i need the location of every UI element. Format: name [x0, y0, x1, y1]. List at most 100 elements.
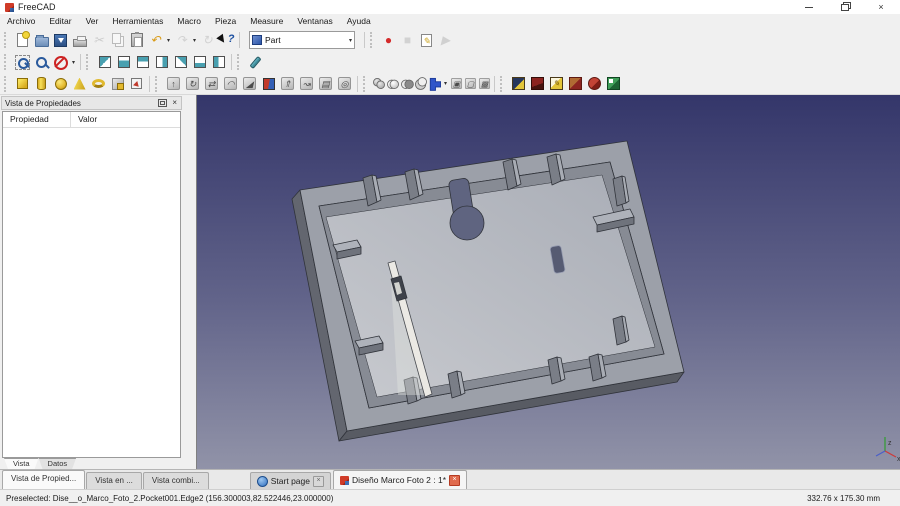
edit-redo-dropdown-icon[interactable]: ▾: [191, 37, 198, 44]
view-front-button[interactable]: [114, 53, 133, 72]
macro-stop-icon: ■: [404, 33, 411, 47]
part-boolean-dropdown-icon[interactable]: ▾: [442, 80, 449, 87]
view-top-button[interactable]: [133, 53, 152, 72]
view-fit-all-button[interactable]: [13, 53, 32, 72]
part-fillet-button[interactable]: ◠: [221, 74, 240, 93]
measure-refresh-button[interactable]: [547, 74, 566, 93]
macro-record-button[interactable]: ●: [379, 31, 398, 50]
edit-undo-button[interactable]: ↶: [146, 31, 165, 50]
measure-angular-button[interactable]: [528, 74, 547, 93]
part-join-cutout-button[interactable]: ▩: [477, 74, 491, 93]
toolbar-grip[interactable]: [363, 76, 368, 92]
view-bottom-button[interactable]: [190, 53, 209, 72]
edit-undo-dropdown-icon[interactable]: ▾: [165, 37, 172, 44]
file-print-icon: [73, 39, 87, 47]
dock-tab-vista-en[interactable]: Vista en ...: [86, 472, 142, 489]
macro-edit-button[interactable]: [417, 31, 436, 50]
close-panel-icon[interactable]: ×: [172, 99, 177, 107]
part-common-button[interactable]: [400, 74, 414, 93]
tab-datos[interactable]: Datos: [39, 458, 77, 469]
part-torus-button[interactable]: [89, 74, 108, 93]
part-loft-button[interactable]: ▤: [316, 74, 335, 93]
file-open-button[interactable]: [32, 31, 51, 50]
tab-close-icon[interactable]: ×: [449, 475, 460, 486]
part-join-embed-icon: ▢: [464, 78, 475, 89]
measure-clear-all-button[interactable]: [566, 74, 585, 93]
view-left-button[interactable]: [209, 53, 228, 72]
menu-item-ayuda[interactable]: Ayuda: [340, 14, 378, 29]
toolbar-view: ▾: [0, 51, 900, 73]
toolbar-grip[interactable]: [4, 76, 9, 92]
part-join-connect-button[interactable]: ▣: [449, 74, 463, 93]
part-mirror-button[interactable]: ⇄: [202, 74, 221, 93]
part-cone-button[interactable]: [70, 74, 89, 93]
view-axonometric-button[interactable]: [95, 53, 114, 72]
column-header-propiedad[interactable]: Propiedad: [3, 112, 71, 127]
status-dimensions: 332.76 x 175.30 mm: [807, 494, 880, 503]
measure-toggle-delta-button[interactable]: [604, 74, 623, 93]
part-thickness-button[interactable]: ◎: [335, 74, 354, 93]
document-tab-start-page[interactable]: Start page×: [250, 472, 331, 489]
toolbar-grip[interactable]: [4, 54, 9, 70]
menu-bar: ArchivoEditarVerHerramientasMacroPiezaMe…: [0, 14, 900, 29]
menu-item-pieza[interactable]: Pieza: [208, 14, 243, 29]
toolbar-grip[interactable]: [237, 54, 242, 70]
part-boolean-button[interactable]: [428, 74, 442, 93]
3d-viewport[interactable]: z x: [196, 95, 900, 469]
part-offset-button[interactable]: ⇑: [278, 74, 297, 93]
close-icon[interactable]: ×: [874, 2, 888, 12]
toolbar-grip[interactable]: [4, 32, 9, 48]
workbench-selector[interactable]: Part ▾: [249, 31, 355, 49]
part-shape-builder-button[interactable]: [127, 74, 146, 93]
toolbar-grip[interactable]: [86, 54, 91, 70]
menu-item-editar[interactable]: Editar: [42, 14, 78, 29]
part-revolve-button[interactable]: ↻: [183, 74, 202, 93]
status-bar: Preselected: Dise__o_Marco_Foto_2.Pocket…: [0, 489, 900, 506]
part-cut-button[interactable]: [414, 74, 428, 93]
measure-distance-button[interactable]: [246, 53, 265, 72]
view-draw-style-dropdown-icon[interactable]: ▾: [70, 59, 77, 66]
dock-tab-vista-de-propied[interactable]: Vista de Propied...: [2, 470, 85, 489]
tab-vista[interactable]: Vista: [4, 458, 39, 469]
3d-view-canvas[interactable]: z x: [197, 95, 900, 469]
menu-item-ventanas[interactable]: Ventanas: [290, 14, 339, 29]
part-chamfer-button[interactable]: ◢: [240, 74, 259, 93]
measure-toggle-all-button[interactable]: [585, 74, 604, 93]
help-whats-this-button[interactable]: [217, 31, 236, 50]
view-draw-style-button[interactable]: [51, 53, 70, 72]
menu-item-herramientas[interactable]: Herramientas: [105, 14, 170, 29]
toolbar-grip[interactable]: [370, 32, 375, 48]
view-fit-selection-button[interactable]: [32, 53, 51, 72]
measure-linear-button[interactable]: [509, 74, 528, 93]
float-panel-icon[interactable]: [158, 99, 167, 107]
minimize-icon[interactable]: [802, 2, 816, 12]
column-header-valor[interactable]: Valor: [71, 112, 180, 127]
part-compound-button[interactable]: [372, 74, 386, 93]
part-extrude-button[interactable]: ↑: [164, 74, 183, 93]
view-right-button[interactable]: [152, 53, 171, 72]
part-join-embed-button[interactable]: ▢: [463, 74, 477, 93]
file-new-button[interactable]: [13, 31, 32, 50]
menu-item-ver[interactable]: Ver: [79, 14, 106, 29]
view-rear-button[interactable]: [171, 53, 190, 72]
menu-item-macro[interactable]: Macro: [170, 14, 208, 29]
part-sphere-button[interactable]: [51, 74, 70, 93]
document-tab-disen-o-marco-foto-2-1[interactable]: Diseño Marco Foto 2 : 1*×: [333, 470, 467, 489]
edit-paste-button[interactable]: [127, 31, 146, 50]
tab-close-icon[interactable]: ×: [313, 476, 324, 487]
part-primitives-button[interactable]: [108, 74, 127, 93]
part-ruled-surface-button[interactable]: [259, 74, 278, 93]
part-cylinder-button[interactable]: [32, 74, 51, 93]
menu-item-measure[interactable]: Measure: [243, 14, 290, 29]
part-box-button[interactable]: [13, 74, 32, 93]
toolbar-grip[interactable]: [155, 76, 160, 92]
dock-tab-vista-combi[interactable]: Vista combi...: [143, 472, 209, 489]
menu-item-archivo[interactable]: Archivo: [0, 14, 42, 29]
part-fuse-button[interactable]: [386, 74, 400, 93]
part-sweep-button[interactable]: ↝: [297, 74, 316, 93]
toolbar-grip[interactable]: [500, 76, 505, 92]
restore-icon[interactable]: [838, 2, 852, 12]
file-print-button[interactable]: [70, 31, 89, 50]
file-save-button[interactable]: [51, 31, 70, 50]
property-view-tabs: VistaDatos: [4, 458, 76, 469]
